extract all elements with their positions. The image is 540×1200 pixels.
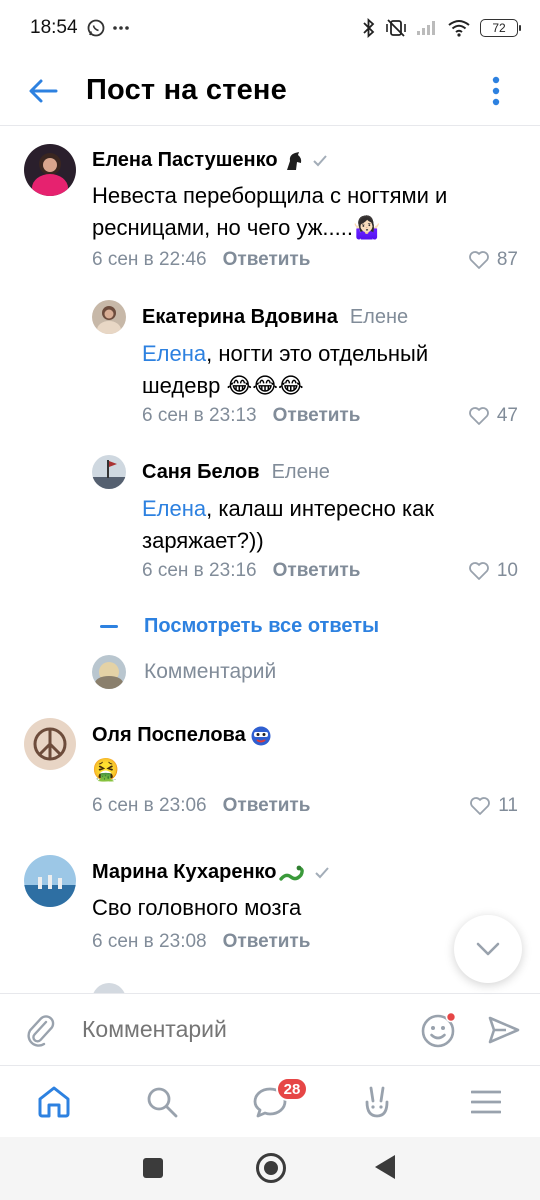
vomiting-emoji: 🤮 — [92, 757, 120, 782]
vibrate-off-icon — [386, 19, 406, 37]
bluetooth-icon — [363, 18, 375, 38]
scroll-down-button[interactable] — [454, 915, 522, 983]
reply-to-label: Елене — [271, 461, 330, 483]
reply-button[interactable]: Ответить — [223, 249, 311, 271]
like-count: 11 — [498, 795, 518, 816]
status-bar: 18:54 72 — [0, 0, 540, 56]
like-count: 10 — [496, 560, 518, 581]
comment-date: 6 сен в 23:13 — [142, 405, 257, 426]
messages-badge: 28 — [276, 1077, 308, 1101]
thread-reply-input[interactable]: Комментарий — [92, 655, 276, 689]
tab-bar: 28 — [0, 1065, 540, 1137]
tab-home[interactable] — [32, 1080, 76, 1124]
battery-icon: 72 — [480, 19, 521, 37]
comment-text: Невеста переборщила с ногтями и ресницам… — [92, 183, 448, 240]
heart-icon — [468, 407, 489, 425]
comment-date: 6 сен в 23:16 — [142, 560, 257, 581]
search-icon — [147, 1087, 178, 1118]
tab-search[interactable] — [140, 1080, 184, 1124]
mention-link[interactable]: Елена — [142, 341, 206, 366]
wifi-icon — [448, 20, 470, 37]
reply-button[interactable]: Ответить — [273, 560, 361, 582]
reply-to-label: Елене — [349, 306, 409, 328]
tab-menu[interactable] — [464, 1080, 508, 1124]
recents-button[interactable] — [143, 1158, 163, 1178]
avatar[interactable] — [24, 718, 76, 770]
signal-icon — [417, 21, 435, 35]
comment-author[interactable]: Саня Белов — [142, 461, 260, 484]
send-icon — [488, 1016, 520, 1044]
home-dot-icon — [264, 1161, 278, 1175]
hamburger-icon — [471, 1090, 501, 1114]
avatar[interactable] — [24, 855, 76, 907]
reply-button[interactable]: Ответить — [223, 931, 311, 953]
paperclip-icon — [27, 1014, 55, 1047]
like-count: 47 — [496, 405, 518, 426]
emoji-button[interactable] — [420, 1011, 458, 1049]
like-button[interactable]: 87 — [468, 249, 518, 271]
like-count: 87 — [496, 249, 518, 270]
horse-head-icon — [286, 151, 301, 170]
status-time: 18:54 — [30, 17, 78, 38]
page-title: Пост на стене — [86, 74, 287, 106]
comment-text: Сво головного мозга — [92, 895, 302, 920]
home-button[interactable] — [256, 1153, 286, 1183]
more-vertical-icon — [492, 76, 500, 105]
comment-composer — [0, 993, 540, 1065]
system-navigation-bar — [0, 1137, 540, 1200]
more-notifications-icon — [112, 26, 129, 30]
reply-button[interactable]: Ответить — [223, 795, 311, 817]
snake-icon — [278, 865, 304, 881]
comments-list: Елена Пастушенко Невеста переборщила с н… — [0, 127, 540, 993]
header: Пост на стене — [0, 56, 540, 126]
more-menu-button[interactable] — [476, 61, 516, 121]
like-button[interactable]: 11 — [469, 795, 518, 817]
comment-author[interactable]: Марина Кухаренко — [92, 861, 277, 884]
comment-date: 6 сен в 23:06 — [92, 795, 207, 816]
home-icon — [38, 1086, 70, 1118]
like-button[interactable]: 10 — [468, 560, 518, 582]
comment-date: 6 сен в 23:08 — [92, 931, 207, 952]
send-button[interactable] — [486, 1011, 522, 1049]
avatar — [92, 655, 126, 689]
heart-icon — [468, 562, 489, 580]
back-nav-button[interactable] — [375, 1155, 395, 1179]
show-all-replies-label: Посмотреть все ответы — [144, 615, 380, 637]
dash-icon — [100, 625, 118, 628]
heart-icon — [468, 251, 489, 269]
heart-icon — [470, 797, 491, 815]
arrow-left-icon — [29, 79, 58, 102]
whatsapp-icon — [87, 19, 104, 37]
masked-face-icon — [251, 726, 271, 745]
partial-reply-row — [92, 983, 126, 993]
tab-clips[interactable] — [355, 1080, 399, 1124]
avatar[interactable] — [92, 455, 126, 489]
comment-author[interactable]: Екатерина Вдовина — [142, 306, 338, 329]
avatar[interactable] — [24, 144, 76, 196]
avatar[interactable] — [92, 300, 126, 334]
smile-icon — [421, 1011, 457, 1048]
chevron-down-icon — [476, 942, 500, 956]
like-button[interactable]: 47 — [468, 405, 518, 427]
reply-button[interactable]: Ответить — [273, 405, 361, 427]
laughing-emoji: 😂😂😂 — [226, 373, 304, 398]
comment-author[interactable]: Елена Пастушенко — [92, 149, 278, 172]
mention-link[interactable]: Елена — [142, 496, 206, 521]
comment-input[interactable] — [82, 1016, 382, 1043]
comment-date: 6 сен в 22:46 — [92, 249, 207, 270]
comment-author[interactable]: Оля Поспелова — [92, 724, 246, 747]
verified-icon — [312, 154, 327, 166]
clips-hand-icon — [365, 1086, 389, 1118]
back-button[interactable] — [12, 61, 74, 121]
show-all-replies-button[interactable]: Посмотреть все ответы — [100, 615, 379, 638]
attach-button[interactable] — [22, 1010, 58, 1050]
shrug-emoji: 🤷🏻‍♀️ — [353, 215, 381, 240]
verified-icon — [314, 866, 329, 878]
thread-reply-placeholder: Комментарий — [144, 660, 277, 683]
